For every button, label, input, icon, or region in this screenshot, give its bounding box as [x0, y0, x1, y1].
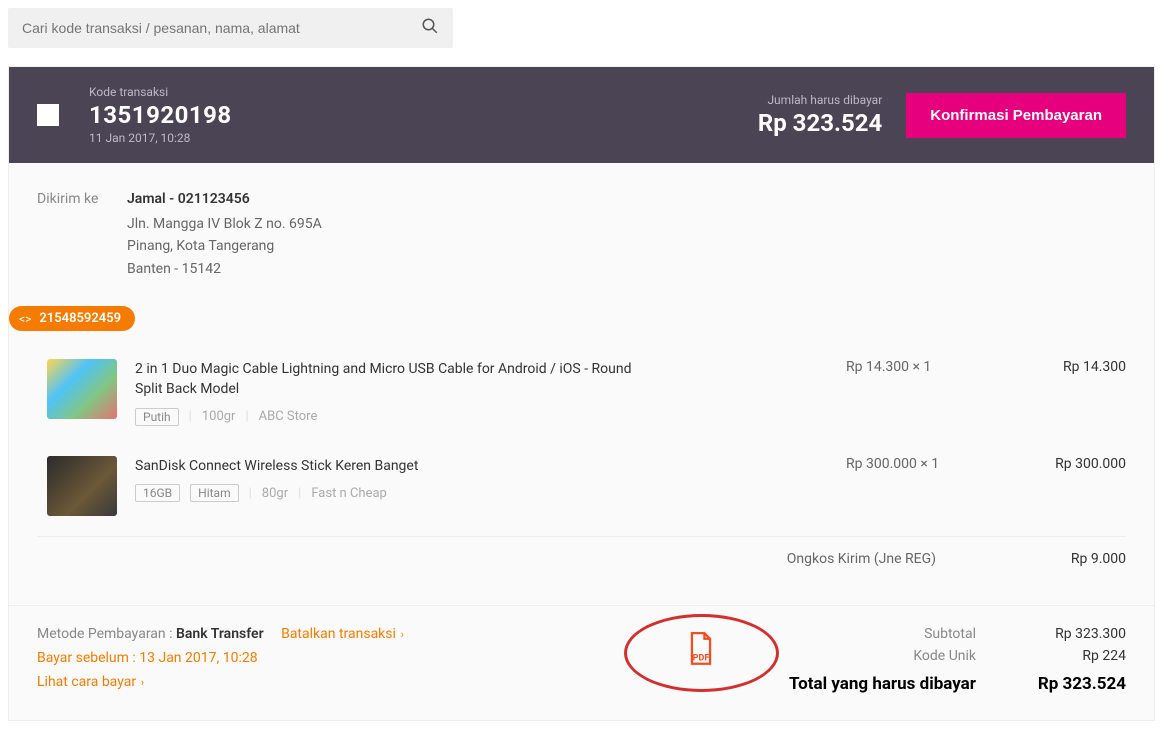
shipping-address: Jamal - 021123456 Jln. Mangga IV Blok Z … — [127, 191, 322, 280]
subtotal-value: Rp 323.300 — [1006, 626, 1126, 642]
transaction-code-block: Kode transaksi 1351920198 11 Jan 2017, 1… — [89, 85, 758, 145]
shipping-cost-label: Ongkos Kirim (Jne REG) — [787, 551, 936, 567]
product-image — [47, 359, 117, 419]
item-line-total: Rp 300.000 — [996, 456, 1126, 472]
transaction-header: Kode transaksi 1351920198 11 Jan 2017, 1… — [9, 67, 1154, 163]
amount-block: Jumlah harus dibayar Rp 323.524 — [758, 93, 882, 137]
amount-value: Rp 323.524 — [758, 109, 882, 137]
item-name: 2 in 1 Duo Magic Cable Lightning and Mic… — [135, 359, 635, 400]
payment-method-value: Bank Transfer — [176, 626, 264, 642]
cancel-transaction-link[interactable]: Batalkan transaksi › — [281, 626, 404, 642]
search-box[interactable] — [8, 8, 453, 48]
variant-tag: Hitam — [190, 484, 238, 502]
subtotal-label: Subtotal — [924, 626, 976, 642]
address-line3: Banten - 15142 — [127, 258, 322, 280]
payment-method-row: Metode Pembayaran : Bank Transfer Batalk… — [37, 626, 616, 642]
address-line1: Jln. Mangga IV Blok Z no. 695A — [127, 213, 322, 235]
code-label: Kode transaksi — [89, 85, 758, 99]
list-item: SanDisk Connect Wireless Stick Keren Ban… — [37, 446, 1126, 536]
pdf-download[interactable]: PDF — [616, 626, 786, 666]
address-line2: Pinang, Kota Tangerang — [127, 235, 322, 257]
variant-tag: 16GB — [135, 484, 180, 502]
shipping-cost-value: Rp 9.000 — [996, 551, 1126, 567]
grand-total-row: Total yang harus dibayar Rp 323.524 — [786, 674, 1126, 694]
product-image — [47, 456, 117, 516]
confirm-payment-button[interactable]: Konfirmasi Pembayaran — [906, 93, 1126, 138]
shipping-cost-row: Ongkos Kirim (Jne REG) Rp 9.000 — [37, 536, 1126, 581]
unique-code-value: Rp 224 — [1006, 648, 1126, 664]
list-item: 2 in 1 Duo Magic Cable Lightning and Mic… — [37, 349, 1126, 446]
unique-code-row: Kode Unik Rp 224 — [786, 648, 1126, 664]
item-info: 2 in 1 Duo Magic Cable Lightning and Mic… — [135, 359, 846, 426]
transaction-code: 1351920198 — [89, 101, 758, 129]
order-number-badge[interactable]: <> 21548592459 — [9, 306, 135, 331]
highlight-circle — [624, 614, 779, 692]
item-weight: 80gr — [262, 486, 288, 501]
item-unit-price: Rp 14.300 × 1 — [846, 359, 996, 375]
grand-total-label: Total yang harus dibayar — [789, 674, 976, 694]
totals-block: Subtotal Rp 323.300 Kode Unik Rp 224 Tot… — [786, 626, 1126, 700]
search-bar — [8, 8, 1155, 66]
variant-tag: Putih — [135, 408, 179, 426]
search-input[interactable] — [22, 20, 421, 36]
shipping-label: Dikirim ke — [37, 191, 127, 280]
item-store: Fast n Cheap — [311, 486, 387, 501]
transaction-card: Kode transaksi 1351920198 11 Jan 2017, 1… — [8, 66, 1155, 721]
grand-total-value: Rp 323.524 — [1006, 674, 1126, 694]
item-unit-price: Rp 300.000 × 1 — [846, 456, 996, 472]
item-line-total: Rp 14.300 — [996, 359, 1126, 375]
pay-before: Bayar sebelum : 13 Jan 2017, 10:28 — [37, 650, 616, 666]
item-meta: 16GB Hitam | 80gr | Fast n Cheap — [135, 484, 846, 502]
unique-code-label: Kode Unik — [913, 648, 976, 664]
amount-label: Jumlah harus dibayar — [758, 93, 882, 107]
payment-method-label: Metode Pembayaran : — [37, 626, 173, 642]
order-number: 21548592459 — [39, 311, 121, 326]
select-checkbox[interactable] — [37, 104, 59, 126]
code-icon: <> — [19, 312, 31, 326]
transaction-footer: Metode Pembayaran : Bank Transfer Batalk… — [9, 605, 1154, 720]
subtotal-row: Subtotal Rp 323.300 — [786, 626, 1126, 642]
item-weight: 100gr — [202, 409, 236, 424]
transaction-body: Dikirim ke Jamal - 021123456 Jln. Mangga… — [9, 163, 1154, 605]
how-to-pay-link[interactable]: Lihat cara bayar › — [37, 674, 616, 690]
item-meta: Putih | 100gr | ABC Store — [135, 408, 846, 426]
item-store: ABC Store — [259, 409, 318, 424]
item-info: SanDisk Connect Wireless Stick Keren Ban… — [135, 456, 846, 502]
payment-info: Metode Pembayaran : Bank Transfer Batalk… — [37, 626, 616, 690]
transaction-date: 11 Jan 2017, 10:28 — [89, 131, 758, 145]
chevron-right-icon: › — [398, 628, 404, 641]
shipping-row: Dikirim ke Jamal - 021123456 Jln. Mangga… — [37, 191, 1126, 280]
search-icon[interactable] — [421, 17, 439, 40]
item-name: SanDisk Connect Wireless Stick Keren Ban… — [135, 456, 635, 476]
item-list: 2 in 1 Duo Magic Cable Lightning and Mic… — [37, 349, 1126, 581]
recipient-name: Jamal - 021123456 — [127, 191, 322, 207]
chevron-right-icon: › — [138, 676, 144, 689]
